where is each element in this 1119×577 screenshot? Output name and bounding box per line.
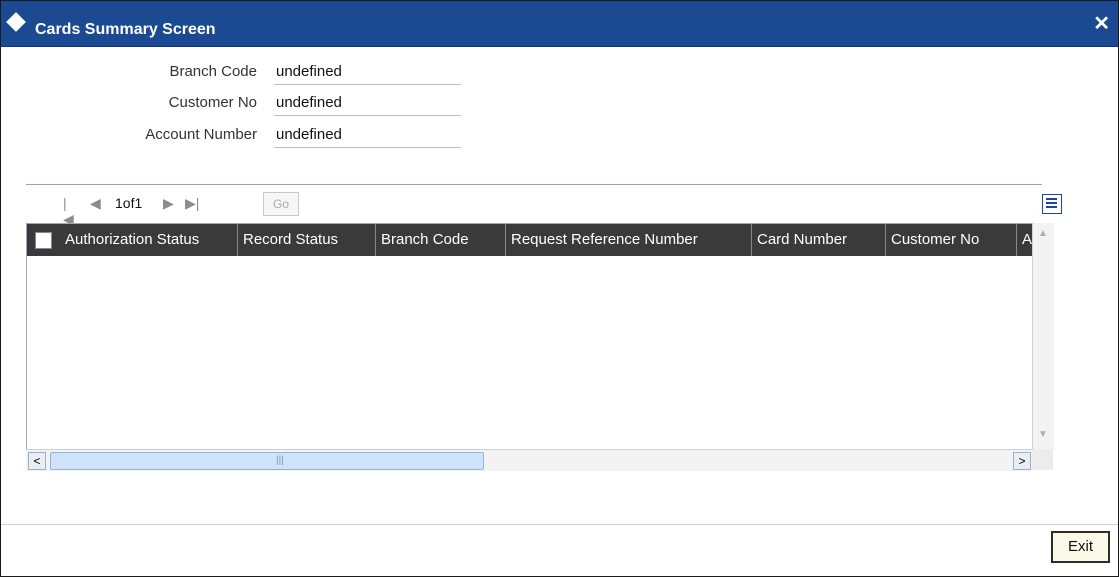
account-number-label: Account Number <box>145 126 257 143</box>
scroll-up-icon[interactable]: ▲ <box>1035 226 1051 242</box>
scroll-left-icon[interactable]: < <box>28 452 46 470</box>
cards-summary-window: Cards Summary Screen ✕ Branch Code undef… <box>0 0 1119 577</box>
scroll-down-icon[interactable]: ▼ <box>1035 427 1051 443</box>
customer-no-field[interactable]: undefined <box>274 91 461 116</box>
customer-no-label: Customer No <box>168 94 257 111</box>
table-header: Authorization Status Record Status Branc… <box>27 224 1033 256</box>
title-bar: Cards Summary Screen ✕ <box>1 1 1118 47</box>
grip-icon: ||| <box>276 455 284 466</box>
horizontal-scrollbar[interactable]: < ||| > <box>26 449 1032 471</box>
col-customer-no[interactable]: Customer No <box>886 224 1017 256</box>
go-button[interactable]: Go <box>263 192 299 216</box>
diamond-icon <box>6 12 26 32</box>
select-all-checkbox[interactable] <box>35 232 52 249</box>
select-all-cell <box>27 224 60 256</box>
close-button[interactable]: ✕ <box>1093 14 1110 34</box>
prev-page-icon[interactable]: ◀ <box>90 195 101 212</box>
scroll-thumb[interactable]: ||| <box>50 452 484 470</box>
last-page-icon[interactable]: ▶| <box>185 195 199 212</box>
account-number-field[interactable]: undefined <box>274 123 461 148</box>
branch-code-label: Branch Code <box>169 63 257 80</box>
col-branch-code[interactable]: Branch Code <box>376 224 506 256</box>
vertical-scrollbar[interactable]: ▲ ▼ <box>1032 223 1054 450</box>
scroll-right-icon[interactable]: > <box>1013 452 1031 470</box>
cards-table: Authorization Status Record Status Branc… <box>26 223 1033 450</box>
exit-button[interactable]: Exit <box>1051 531 1110 563</box>
col-record-status[interactable]: Record Status <box>238 224 376 256</box>
col-card-number[interactable]: Card Number <box>752 224 886 256</box>
footer-divider <box>1 524 1118 525</box>
col-account-truncated[interactable]: Ac <box>1017 224 1033 256</box>
col-request-reference-number[interactable]: Request Reference Number <box>506 224 752 256</box>
scroll-corner <box>1032 449 1053 470</box>
branch-code-field[interactable]: undefined <box>274 60 461 85</box>
column-options-icon[interactable] <box>1042 194 1062 214</box>
window-title: Cards Summary Screen <box>35 21 216 38</box>
page-indicator: 1of1 <box>115 195 143 211</box>
next-page-icon[interactable]: ▶ <box>163 195 174 212</box>
col-authorization-status[interactable]: Authorization Status <box>60 224 238 256</box>
